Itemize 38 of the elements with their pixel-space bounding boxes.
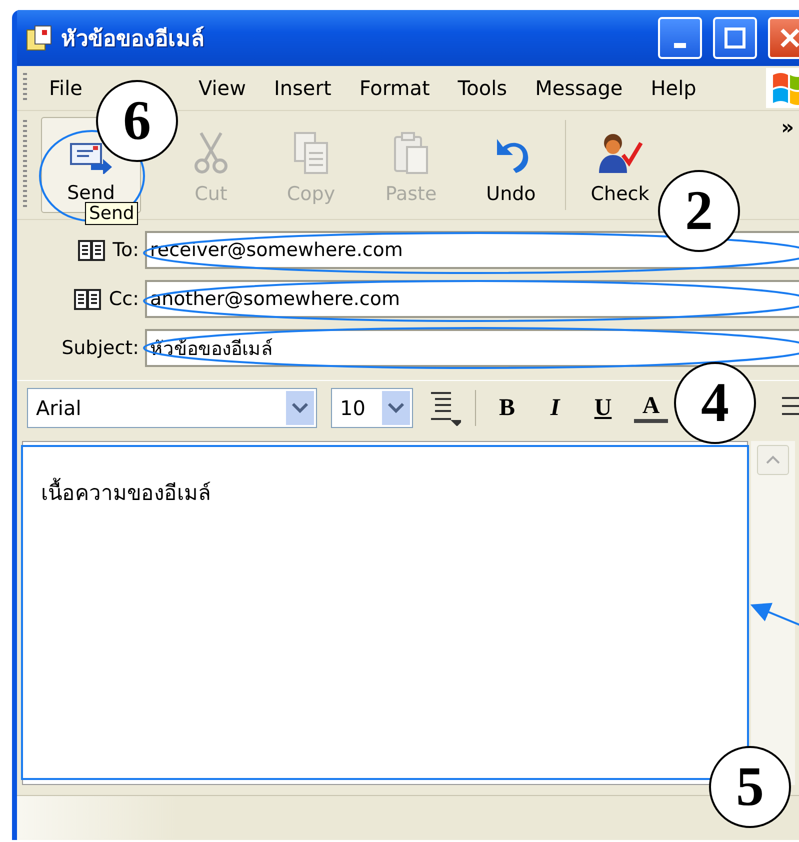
more-button[interactable]: » — [781, 115, 794, 139]
minimize-button[interactable] — [658, 17, 702, 59]
clipboard-icon — [391, 131, 431, 175]
chevron-down-icon — [291, 402, 309, 414]
close-button[interactable] — [768, 17, 799, 59]
format-button[interactable]: I — [538, 394, 572, 422]
chevron-down-icon — [387, 402, 405, 414]
menu-item[interactable]: File — [41, 74, 90, 102]
field-label: Cc: — [108, 288, 139, 310]
minimize-icon — [674, 42, 686, 48]
maximize-button[interactable] — [713, 17, 757, 59]
toolbar-button[interactable]: Undo — [481, 117, 541, 213]
flag-logo — [771, 71, 799, 105]
address-field[interactable]: another@somewhere.com — [145, 280, 799, 318]
window-title: หัวข้อของอีเมล์ — [61, 25, 205, 54]
format-button[interactable]: A — [634, 393, 668, 423]
menu-item[interactable]: Tools — [450, 74, 516, 102]
size-dropdown[interactable]: 10 — [331, 388, 413, 428]
format-button[interactable]: U — [586, 394, 620, 422]
message-icon — [25, 24, 53, 52]
close-icon — [778, 26, 799, 50]
field-label: Subject: — [62, 337, 139, 359]
menu-item[interactable]: View — [190, 74, 254, 102]
maximize-icon — [723, 26, 747, 50]
chevron-up-icon — [765, 455, 781, 465]
address-book-icon[interactable] — [72, 287, 103, 311]
menu-item[interactable]: Help — [642, 74, 704, 102]
address-book-icon[interactable] — [76, 238, 107, 262]
field-label: To: — [112, 239, 139, 261]
menu-item[interactable]: Message — [527, 74, 631, 102]
format-button[interactable]: B — [490, 394, 524, 422]
menu-item[interactable]: Insert — [266, 74, 340, 102]
toolbar-button[interactable]: Check — [590, 117, 650, 213]
font-dropdown[interactable]: Arial — [27, 388, 317, 428]
subject-field[interactable]: หัวข้อของอีเมล์ — [145, 329, 799, 367]
tooltip: Send — [85, 202, 138, 225]
copy-icon — [291, 131, 331, 175]
menu-item[interactable]: Format — [351, 74, 438, 102]
